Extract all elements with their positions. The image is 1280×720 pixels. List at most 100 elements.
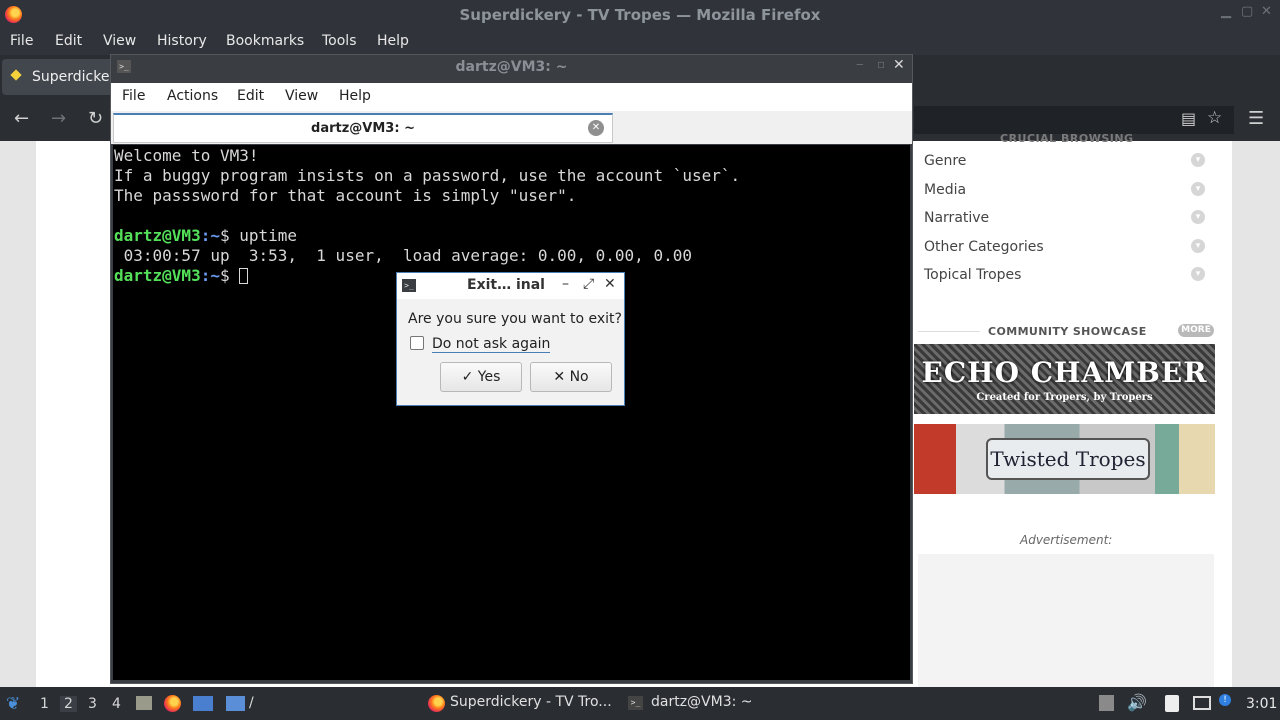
twisted-tropes-banner[interactable]: Twisted Tropes [914, 424, 1215, 494]
echo-chamber-title: ECHO CHAMBER [921, 356, 1208, 389]
maximize-icon[interactable]: ⤢ [583, 276, 594, 292]
community-showcase-title: COMMUNITY SHOWCASE [988, 325, 1147, 338]
terminal-line: 03:00:57 up 3:53, 1 user, load average: … [114, 246, 692, 265]
exit-dialog-title: Exit… inal [467, 277, 545, 293]
hamburger-menu-icon[interactable]: ☰ [1248, 108, 1264, 129]
menu-file[interactable]: File [10, 33, 33, 49]
volume-icon[interactable]: 🔊 [1127, 693, 1147, 712]
terminal-menu-help[interactable]: Help [339, 88, 371, 104]
terminal-tab-label: dartz@VM3: ~ [311, 121, 415, 136]
folder-icon[interactable] [226, 696, 245, 711]
tvtropes-favicon-icon [10, 69, 22, 81]
sidebar-item-topical-tropes[interactable]: Topical Tropes [924, 267, 1021, 283]
terminal-titlebar: >_ dartz@VM3: ~ ‒ ▫ ✕ [111, 55, 912, 80]
prompt-command: $ [219, 266, 240, 285]
firefox-icon [428, 695, 445, 712]
terminal-icon: >_ [402, 279, 416, 292]
sidebar-item-other-categories[interactable]: Other Categories [924, 239, 1044, 255]
forward-arrow-icon[interactable]: → [51, 108, 66, 129]
terminal-cursor [239, 268, 249, 284]
exit-question: Are you sure you want to exit? [408, 311, 622, 327]
echo-chamber-subtitle: Created for Tropers, by Tropers [976, 392, 1153, 403]
close-icon[interactable]: ✕ [893, 57, 905, 73]
do-not-ask-label[interactable]: Do not ask again [432, 336, 551, 353]
menu-help[interactable]: Help [377, 33, 409, 49]
maximize-icon[interactable]: ▢ [1241, 4, 1253, 19]
chevron-down-icon[interactable]: ▾ [1191, 210, 1205, 224]
close-tab-icon[interactable]: ✕ [588, 120, 604, 136]
file-manager-icon[interactable] [136, 696, 152, 710]
sidebar-item-media[interactable]: Media [924, 182, 966, 198]
chevron-down-icon[interactable]: ▾ [1191, 182, 1205, 196]
maximize-icon[interactable]: ▫ [877, 57, 885, 71]
workspace-2[interactable]: 2 [60, 696, 77, 712]
firefox-launcher-icon[interactable] [164, 695, 181, 712]
terminal-menu-edit[interactable]: Edit [237, 88, 264, 104]
url-bar[interactable]: ▤ ☆ [914, 106, 1234, 134]
workspace-3[interactable]: 3 [88, 696, 97, 712]
back-arrow-icon[interactable]: ← [14, 108, 29, 129]
menu-tools[interactable]: Tools [322, 33, 357, 49]
workspace-4[interactable]: 4 [112, 696, 121, 712]
terminal-menu-view[interactable]: View [285, 88, 318, 104]
advertisement-box [918, 554, 1214, 687]
do-not-ask-checkbox[interactable] [410, 336, 424, 350]
minimize-icon[interactable]: – [562, 276, 569, 292]
sidebar-item-genre[interactable]: Genre [924, 153, 966, 169]
browser-tab[interactable]: Superdicker [2, 59, 122, 95]
terminal-tab[interactable]: dartz@VM3: ~ ✕ [113, 113, 613, 143]
no-label: No [569, 369, 589, 385]
taskbar-task-terminal[interactable]: dartz@VM3: ~ [651, 694, 753, 710]
reload-icon[interactable]: ↻ [88, 108, 103, 129]
chevron-down-icon[interactable]: ▾ [1191, 267, 1205, 281]
terminal-line: Welcome to VM3! [114, 146, 259, 165]
taskbar: ❦ 1 2 3 4 / Superdickery - TV Tro... >_ … [0, 687, 1280, 720]
firefox-window-title: Superdickery - TV Tropes — Mozilla Firef… [459, 6, 821, 24]
echo-chamber-banner[interactable]: ECHO CHAMBER Created for Tropers, by Tro… [914, 344, 1215, 414]
notification-icon[interactable]: ! [1219, 694, 1231, 706]
yes-button[interactable]: ✓ Yes [440, 362, 522, 392]
prompt-dir: :~ [200, 266, 220, 285]
menu-bookmarks[interactable]: Bookmarks [226, 33, 304, 49]
terminal-line: The passsword for that account is simply… [114, 186, 577, 205]
close-icon[interactable]: ✕ [604, 276, 616, 292]
terminal-menu-file[interactable]: File [122, 88, 145, 104]
menu-history[interactable]: History [157, 33, 207, 49]
star-icon[interactable]: ☆ [1207, 108, 1222, 128]
minimize-icon[interactable]: ▁ [1221, 4, 1231, 19]
terminal-window-title: dartz@VM3: ~ [455, 59, 568, 75]
more-button[interactable]: MORE [1178, 324, 1214, 337]
desktop-icon[interactable] [193, 696, 213, 711]
reader-view-icon[interactable]: ▤ [1181, 109, 1196, 128]
exit-dialog-titlebar: >_ Exit… inal – ⤢ ✕ [397, 273, 624, 299]
clipboard-icon[interactable] [1165, 695, 1179, 712]
menu-view[interactable]: View [103, 33, 136, 49]
start-menu-icon[interactable]: ❦ [6, 694, 20, 714]
minimize-icon[interactable]: ‒ [856, 57, 864, 71]
menu-edit[interactable]: Edit [55, 33, 82, 49]
tray-eject-icon[interactable] [1099, 695, 1114, 711]
path-label: / [249, 695, 254, 711]
terminal-menubar: File Actions Edit View Help [111, 83, 912, 111]
yes-label: Yes [477, 369, 501, 385]
taskbar-task-firefox[interactable]: Superdickery - TV Tro... [450, 694, 612, 710]
terminal-icon: >_ [628, 696, 643, 710]
twisted-tropes-title: Twisted Tropes [986, 438, 1150, 480]
terminal-menu-actions[interactable]: Actions [167, 88, 218, 104]
prompt-dir: :~ [200, 226, 220, 245]
firefox-menubar: File Edit View History Bookmarks Tools H… [0, 29, 1280, 55]
firefox-titlebar: Superdickery - TV Tropes — Mozilla Firef… [0, 0, 1280, 29]
chevron-down-icon[interactable]: ▾ [1191, 153, 1205, 167]
no-button[interactable]: ✕ No [530, 362, 612, 392]
workspace-1[interactable]: 1 [40, 696, 49, 712]
prompt-command: $ uptime [219, 226, 298, 245]
chevron-down-icon[interactable]: ▾ [1191, 239, 1205, 253]
sidebar-header: CRUCIAL BROWSING [1000, 132, 1134, 145]
advertisement-label: Advertisement: [1020, 533, 1113, 547]
check-icon: ✓ [461, 369, 478, 385]
display-icon[interactable] [1193, 696, 1211, 710]
sidebar-item-narrative[interactable]: Narrative [924, 210, 989, 226]
clock: 3:01 [1246, 696, 1278, 712]
close-icon[interactable]: ✕ [1261, 4, 1272, 19]
prompt-user: dartz@VM3 [114, 226, 201, 245]
